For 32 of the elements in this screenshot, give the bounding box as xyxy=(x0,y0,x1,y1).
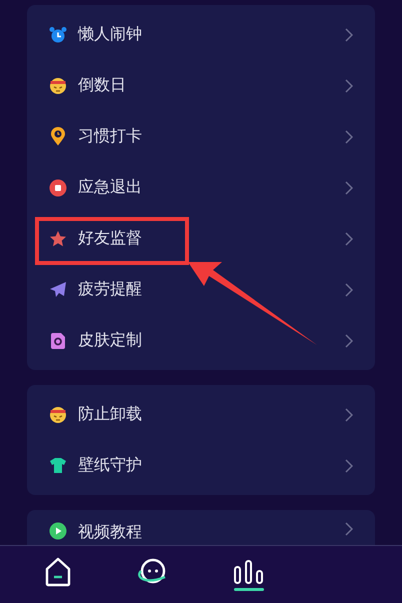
chevron-right-icon xyxy=(345,282,353,296)
home-icon xyxy=(44,556,72,586)
stop-icon xyxy=(49,178,67,196)
chevron-right-icon xyxy=(345,458,353,472)
menu-item[interactable]: 懒人闹钟 xyxy=(78,24,345,45)
chevron-right-icon xyxy=(345,78,353,92)
menu-item[interactable]: 皮肤定制 xyxy=(78,330,345,351)
chevron-right-icon xyxy=(345,130,353,144)
chevron-right-icon xyxy=(345,522,353,536)
menu-item[interactable]: 倒数日 xyxy=(78,75,345,96)
menu-item[interactable]: 应急退出 xyxy=(78,177,345,198)
menu-item[interactable]: 壁纸守护 xyxy=(78,455,345,476)
menu-item[interactable]: 疲劳提醒 xyxy=(78,279,345,300)
frowning-face-icon xyxy=(49,76,67,94)
alarm-clock-icon xyxy=(49,26,67,44)
menu-item[interactable]: 防止卸载 xyxy=(78,404,345,425)
location-pin-icon xyxy=(50,127,66,146)
menu-item[interactable]: 视频教程 xyxy=(78,522,345,543)
chevron-right-icon xyxy=(345,180,353,194)
bar-chart-icon xyxy=(232,558,265,584)
paper-plane-icon xyxy=(49,280,67,298)
frowning-face-icon xyxy=(49,406,67,424)
chevron-right-icon xyxy=(345,232,353,246)
chevron-right-icon xyxy=(345,408,353,422)
menu-item[interactable]: 好友监督 xyxy=(78,228,345,249)
star-icon xyxy=(49,230,67,248)
chevron-right-icon xyxy=(345,334,353,348)
t-shirt-icon xyxy=(49,457,67,474)
chevron-right-icon xyxy=(345,28,353,42)
menu-item[interactable]: 习惯打卡 xyxy=(78,126,345,147)
play-icon xyxy=(49,522,67,540)
phone-case-icon xyxy=(50,332,66,350)
